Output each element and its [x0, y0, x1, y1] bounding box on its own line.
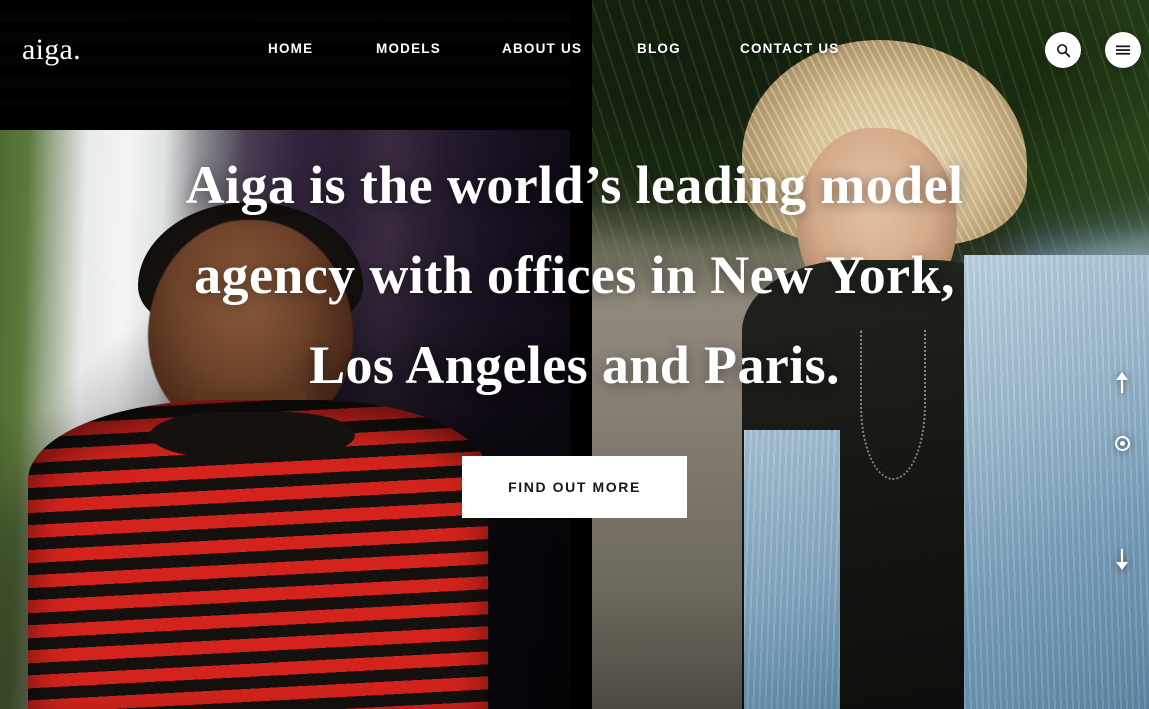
slide-indicator[interactable] — [1105, 426, 1139, 460]
model-right-denim-sleeve — [744, 430, 840, 709]
site-logo[interactable]: aiga. — [22, 33, 81, 67]
page-root: aiga. HOME MODELS ABOUT US BLOG CONTACT … — [0, 0, 1149, 709]
nav-item-blog[interactable]: BLOG — [637, 41, 681, 56]
slide-previous-button[interactable] — [1105, 368, 1139, 402]
model-right-necklace — [860, 330, 926, 480]
slide-next-button[interactable] — [1105, 544, 1139, 578]
nav-item-contact-us[interactable]: CONTACT US — [740, 41, 840, 56]
search-icon — [1056, 43, 1071, 58]
primary-navigation: HOME MODELS ABOUT US BLOG CONTACT US — [262, 41, 882, 61]
site-header: aiga. HOME MODELS ABOUT US BLOG CONTACT … — [0, 0, 1149, 100]
arrow-up-icon — [1114, 371, 1130, 399]
slider-controls — [1103, 368, 1141, 578]
nav-item-models[interactable]: MODELS — [376, 41, 441, 56]
search-button[interactable] — [1045, 32, 1081, 68]
model-left-collar — [150, 412, 355, 458]
slide-indicator-dot-icon — [1114, 435, 1130, 451]
arrow-down-icon — [1114, 548, 1130, 575]
menu-button[interactable] — [1105, 32, 1141, 68]
frame-gutter-vertical — [570, 0, 592, 709]
nav-item-about-us[interactable]: ABOUT US — [502, 41, 582, 56]
hero-image-bottom-left — [0, 130, 570, 709]
hero-image-right — [592, 0, 1149, 709]
frame-gutter-horizontal — [0, 106, 592, 130]
nav-item-home[interactable]: HOME — [268, 41, 313, 56]
find-out-more-button[interactable]: FIND OUT MORE — [462, 455, 687, 518]
hamburger-menu-icon — [1115, 44, 1131, 56]
